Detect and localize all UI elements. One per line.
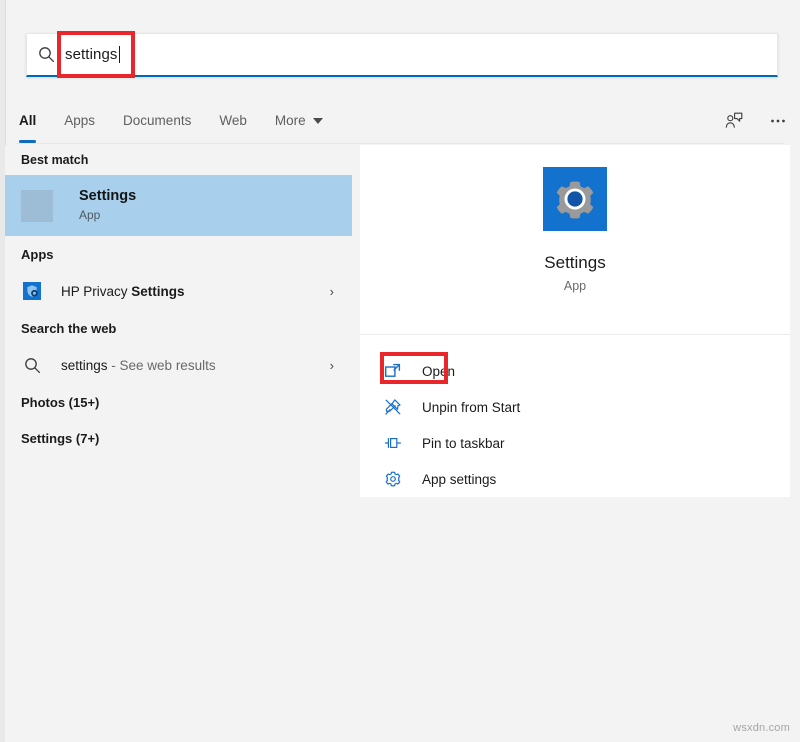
- results-list: Best match Settings App Apps HP Privacy …: [5, 145, 352, 742]
- tab-apps-label: Apps: [64, 113, 95, 128]
- tab-apps[interactable]: Apps: [50, 97, 109, 144]
- gear-icon: [382, 468, 404, 490]
- result-hp-privacy-settings[interactable]: HP Privacy Settings ›: [5, 272, 352, 310]
- unpin-icon: [382, 396, 404, 418]
- app-actions-list: Open Unpin from Start: [360, 335, 790, 497]
- result-hp-privacy-settings-label: HP Privacy Settings: [61, 284, 185, 299]
- hp-privacy-settings-icon: [21, 280, 43, 302]
- tab-documents-label: Documents: [123, 113, 191, 128]
- action-pin-to-taskbar[interactable]: Pin to taskbar: [360, 425, 790, 461]
- chevron-right-icon[interactable]: ›: [330, 284, 342, 299]
- watermark: wsxdn.com: [733, 722, 790, 734]
- hp-privacy-match: Settings: [131, 284, 184, 299]
- best-match-title: Settings: [79, 187, 136, 205]
- result-web-search-label: settings - See web results: [61, 358, 216, 373]
- tab-bar-divider: [16, 143, 784, 144]
- tab-more-label: More: [275, 113, 306, 128]
- text-caret: [119, 46, 120, 63]
- category-photos[interactable]: Photos (15+): [5, 384, 352, 420]
- feedback-icon[interactable]: [712, 99, 756, 143]
- tab-web-label: Web: [219, 113, 247, 128]
- tab-web[interactable]: Web: [205, 97, 261, 144]
- category-settings[interactable]: Settings (7+): [5, 420, 352, 456]
- action-open[interactable]: Open: [360, 353, 790, 389]
- app-preview-card: Settings App: [360, 145, 790, 335]
- apps-section-header: Apps: [5, 236, 352, 272]
- preview-app-kind: App: [564, 279, 586, 293]
- best-match-header: Best match: [5, 145, 352, 175]
- search-input-value: settings: [65, 47, 118, 62]
- search-icon: [21, 354, 43, 376]
- search-input[interactable]: settings: [65, 34, 777, 75]
- preview-app-name: Settings: [544, 253, 605, 273]
- tab-all-label: All: [19, 113, 36, 128]
- best-match-subtitle: App: [79, 206, 136, 224]
- action-unpin-from-start-label: Unpin from Start: [422, 400, 520, 415]
- chevron-right-icon[interactable]: ›: [330, 358, 342, 373]
- pin-taskbar-icon: [382, 432, 404, 454]
- preview-pane: Settings App Open: [360, 145, 790, 497]
- action-app-settings-label: App settings: [422, 472, 496, 487]
- action-unpin-from-start[interactable]: Unpin from Start: [360, 389, 790, 425]
- tab-all[interactable]: All: [5, 97, 50, 144]
- web-query-text: settings: [61, 358, 108, 373]
- filter-tab-bar: All Apps Documents Web More: [5, 97, 800, 144]
- open-external-icon: [382, 360, 404, 382]
- settings-placeholder-icon: [21, 190, 53, 222]
- best-match-text: Settings App: [79, 187, 136, 223]
- search-box[interactable]: settings: [26, 33, 778, 77]
- action-app-settings[interactable]: App settings: [360, 461, 790, 497]
- settings-gear-icon: [543, 167, 607, 231]
- result-best-match-settings[interactable]: Settings App: [5, 175, 352, 236]
- hp-privacy-prefix: HP Privacy: [61, 284, 131, 299]
- search-icon: [27, 46, 65, 63]
- tab-documents[interactable]: Documents: [109, 97, 205, 144]
- chevron-down-icon: [313, 118, 323, 124]
- result-web-search-settings[interactable]: settings - See web results ›: [5, 346, 352, 384]
- web-section-header: Search the web: [5, 310, 352, 346]
- windows-search-panel: settings All Apps Documents Web More: [0, 0, 800, 742]
- action-open-label: Open: [422, 364, 455, 379]
- action-pin-to-taskbar-label: Pin to taskbar: [422, 436, 505, 451]
- web-query-suffix: - See web results: [108, 358, 216, 373]
- more-options-icon[interactable]: [756, 99, 800, 143]
- tab-more[interactable]: More: [261, 97, 337, 144]
